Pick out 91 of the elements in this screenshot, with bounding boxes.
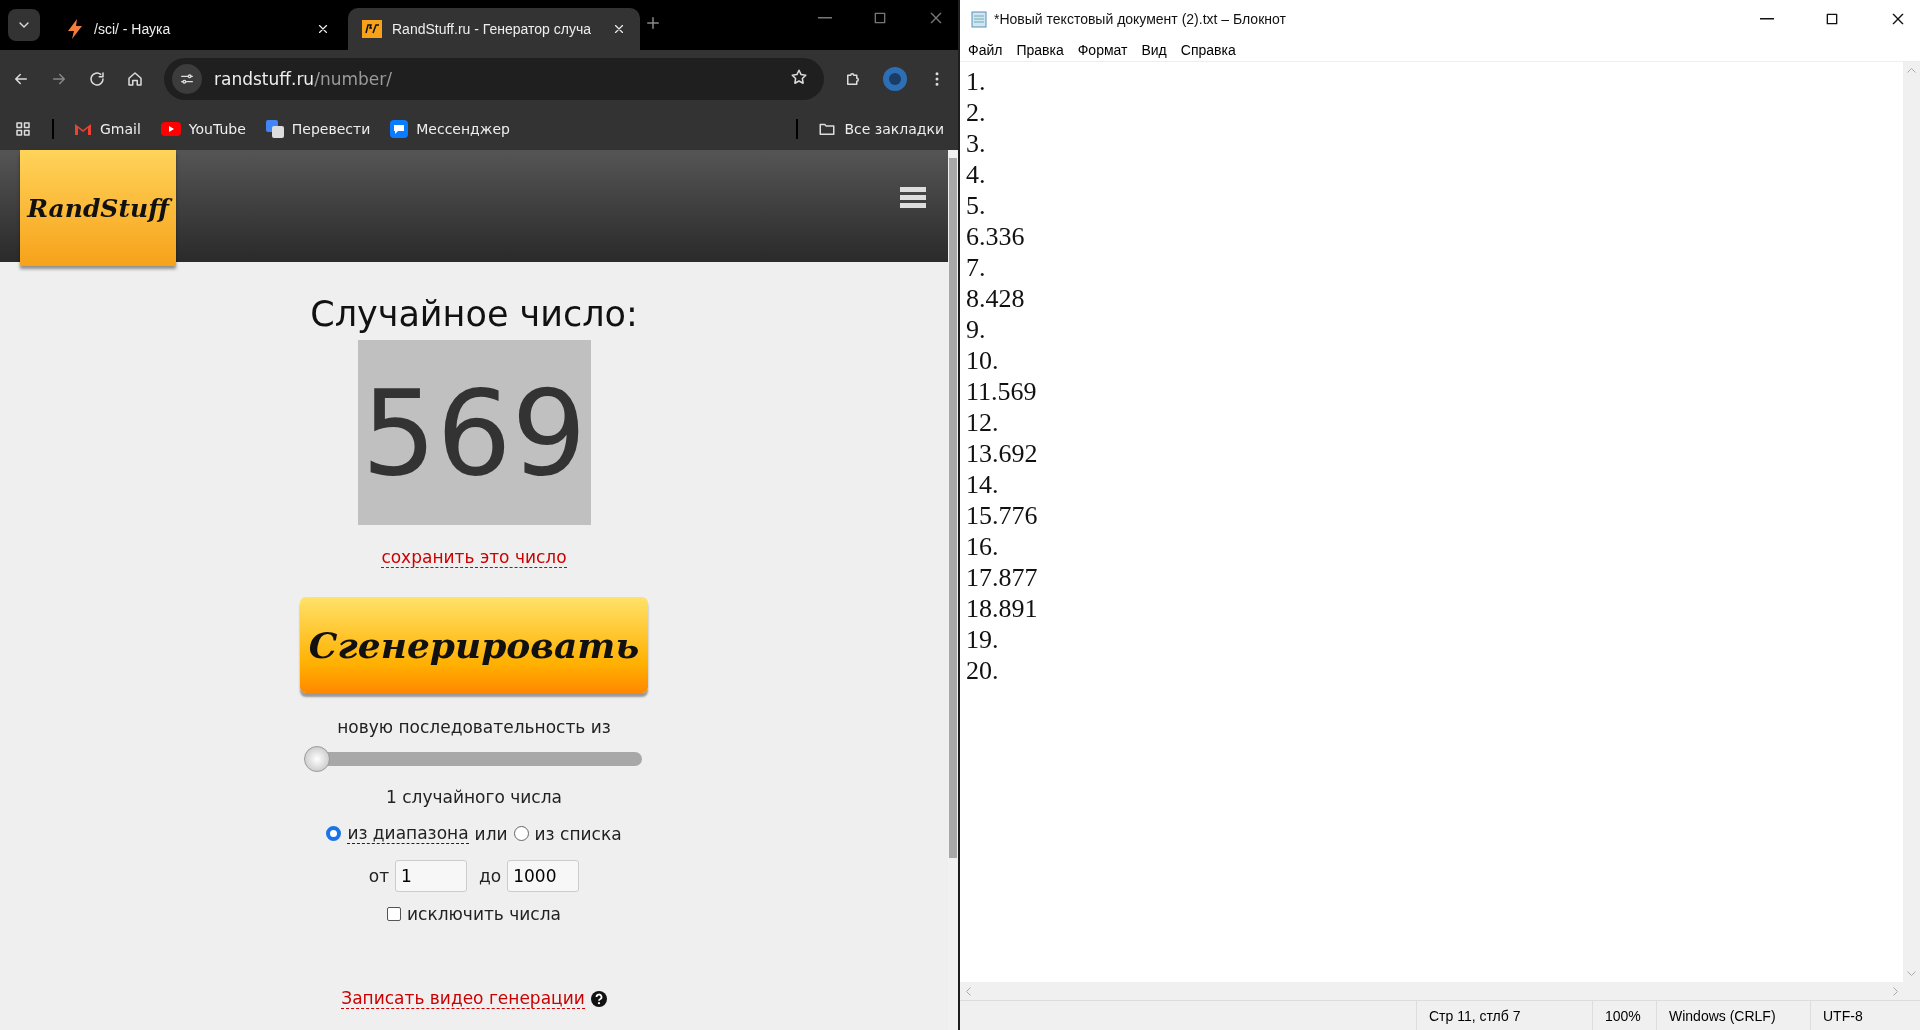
tab-list-button[interactable]	[8, 9, 40, 41]
plus-icon	[644, 14, 662, 32]
text-line: 8.428	[966, 283, 1026, 314]
text-line: 15.776	[966, 500, 1039, 531]
text-line: 6.336	[966, 221, 1026, 252]
record-video-link[interactable]: Записать видео генерации	[341, 988, 585, 1009]
window-title: *Новый текстовый документ (2).txt – Блокнот	[994, 11, 1286, 27]
radio-button[interactable]	[513, 826, 529, 841]
tab-close-icon	[316, 22, 330, 36]
text-line: 3.	[966, 128, 987, 159]
envelope-icon	[74, 122, 92, 136]
tab-title: RandStuff.ru - Генератор случа	[392, 21, 592, 37]
lightning-icon	[66, 19, 84, 39]
site-favicon-icon	[362, 20, 382, 38]
random-number: 569	[357, 340, 591, 525]
from-label: от	[368, 866, 390, 886]
help-icon[interactable]	[590, 990, 607, 1007]
close-icon[interactable]	[316, 22, 330, 36]
text-line: 7.	[966, 252, 987, 283]
notepad-icon	[970, 10, 988, 28]
or-label: или	[474, 823, 508, 844]
menu-item[interactable]: Файл	[968, 41, 1003, 58]
generate-button[interactable]: Сгенерировать	[300, 597, 648, 693]
bookmark-link[interactable]: YouTube	[160, 121, 246, 137]
status-field: Стр 11, стлб 7	[1416, 1001, 1592, 1030]
star-icon[interactable]	[790, 68, 808, 86]
text-line: 17.877	[966, 562, 1039, 593]
to-input[interactable]: 1000	[507, 860, 580, 892]
status-field: UTF-8	[1810, 1001, 1920, 1030]
scrollbar-thumb[interactable]	[949, 158, 957, 858]
maximize-icon[interactable]	[1824, 11, 1840, 27]
text-line: 16.	[966, 531, 1000, 562]
to-label: до	[479, 866, 502, 886]
status-field: Windows (CRLF)	[1656, 1001, 1810, 1030]
puzzle-icon[interactable]	[844, 70, 862, 88]
from-input[interactable]: 1	[395, 860, 468, 892]
status-field: 100%	[1592, 1001, 1656, 1030]
close-icon	[928, 10, 944, 26]
menu-item[interactable]: Вид	[1141, 41, 1167, 58]
minimize-icon[interactable]	[818, 17, 832, 19]
text-line: 12.	[966, 407, 1000, 438]
tab-close-icon	[612, 22, 626, 36]
text-line: 9.	[966, 314, 987, 345]
chat-bubble-icon	[390, 120, 409, 138]
bookmark-link[interactable]: Перевести	[265, 120, 371, 138]
text-line: 13.692	[966, 438, 1039, 469]
bookmark-link[interactable]: Мессенджер	[390, 120, 510, 138]
browser-tab[interactable]: /sci/ - Наука	[52, 8, 344, 50]
range-option-label[interactable]: из диапазона	[347, 823, 469, 844]
play-icon	[160, 122, 181, 136]
text-line: 20.	[966, 655, 1000, 686]
translate-icon	[265, 120, 284, 138]
menu-item[interactable]: Справка	[1180, 41, 1236, 58]
text-line: 10.	[966, 345, 1000, 376]
site-settings-icon	[179, 71, 195, 87]
save-number-link[interactable]: сохранить это число	[381, 547, 567, 568]
list-option-label[interactable]: из списка	[534, 823, 622, 844]
text-line: 18.891	[966, 593, 1039, 624]
text-line: 19.	[966, 624, 1000, 655]
address-bar[interactable]: randstuff.ru/number/	[164, 58, 824, 100]
browser-tab[interactable]: RandStuff.ru - Генератор случа	[348, 8, 640, 50]
menu-icon[interactable]	[900, 185, 926, 209]
menu-item[interactable]: Формат	[1077, 41, 1128, 58]
exclude-checkbox[interactable]	[387, 907, 401, 921]
close-icon[interactable]	[612, 22, 626, 36]
apps-grid-icon[interactable]	[14, 120, 32, 138]
maximize-icon	[872, 10, 888, 26]
exclude-label[interactable]: исключить числа	[407, 904, 561, 924]
close-icon[interactable]	[1890, 11, 1906, 27]
text-line: 2.	[966, 97, 987, 128]
sequence-label: новую последовательность из	[337, 717, 611, 737]
text-line: 14.	[966, 469, 1000, 500]
slider-thumb[interactable]	[304, 746, 330, 772]
menu-item[interactable]: Правка	[1016, 41, 1064, 58]
minimize-icon[interactable]	[1760, 18, 1774, 20]
text-line: 1.	[966, 66, 987, 97]
all-bookmarks-button[interactable]: Все закладки	[818, 120, 944, 138]
home-icon[interactable]	[126, 70, 144, 88]
radio-button[interactable]	[326, 826, 342, 841]
count-slider[interactable]	[304, 745, 644, 773]
reload-icon[interactable]	[88, 70, 106, 88]
result-heading: Случайное число:	[310, 294, 638, 334]
text-line: 4.	[966, 159, 987, 190]
url-text: randstuff.ru/number/	[214, 69, 392, 89]
count-label: 1 случайного числа	[386, 787, 562, 807]
site-logo[interactable]: RandStuff	[20, 150, 176, 266]
text-line: 11.569	[966, 376, 1038, 407]
profile-avatar-icon[interactable]	[882, 66, 908, 92]
bookmark-link[interactable]: Gmail	[74, 121, 141, 137]
tab-title: /sci/ - Наука	[94, 21, 172, 37]
text-line: 5.	[966, 190, 987, 221]
